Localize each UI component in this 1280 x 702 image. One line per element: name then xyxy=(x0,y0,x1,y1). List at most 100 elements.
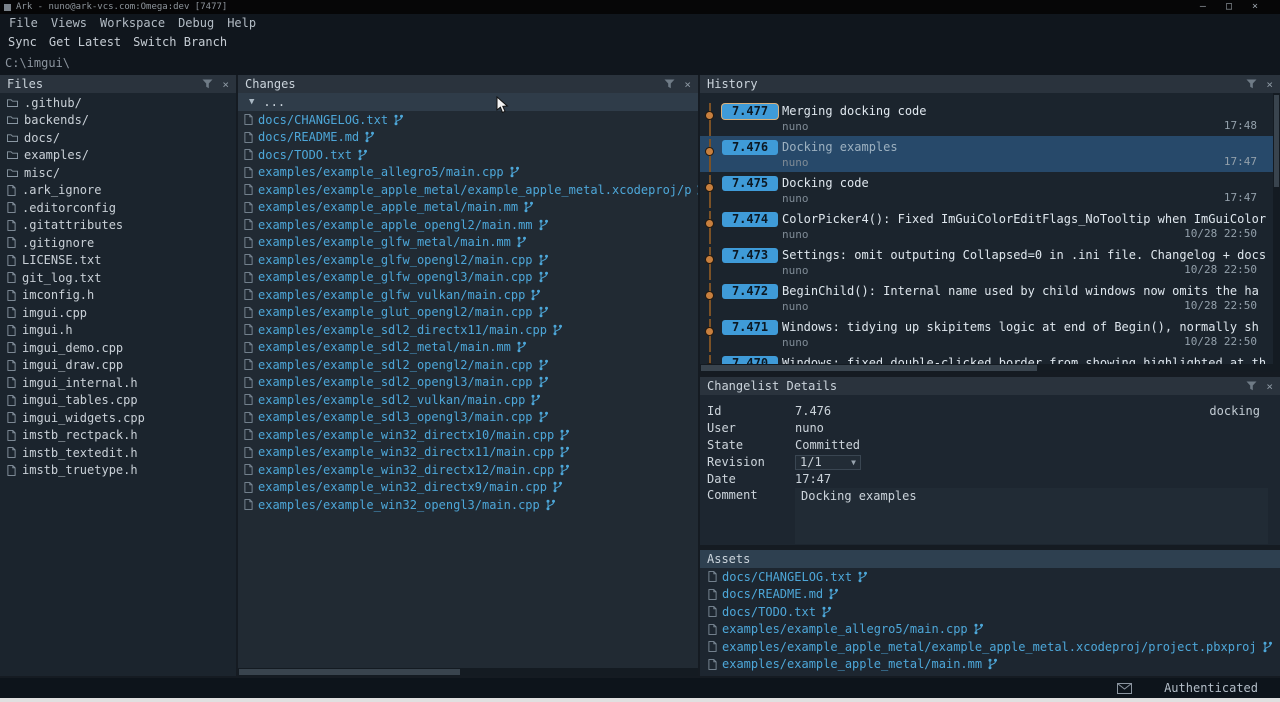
history-commit-row[interactable]: 7.477 Merging docking code nuno 17:48 xyxy=(700,100,1273,136)
asset-file-row[interactable]: examples/example_allegro5/main.cpp xyxy=(700,621,1280,639)
menu-item[interactable]: File xyxy=(9,16,38,30)
changed-file-path: docs/TODO.txt xyxy=(258,148,352,162)
changed-file-row[interactable]: examples/example_sdl3_opengl3/main.cpp xyxy=(238,409,698,427)
file-icon xyxy=(7,447,16,458)
changed-file-row[interactable]: docs/TODO.txt xyxy=(238,146,698,164)
folder-icon xyxy=(7,168,18,178)
titlebar: Ark - nuno@ark-vcs.com:Omega:dev [7477] … xyxy=(0,0,1280,14)
file-tree-item[interactable]: docs/ xyxy=(0,129,236,147)
folder-icon xyxy=(7,133,18,143)
horizontal-scrollbar[interactable] xyxy=(238,668,698,676)
changed-file-row[interactable]: examples/example_glut_opengl2/main.cpp xyxy=(238,304,698,322)
scrollbar-thumb[interactable] xyxy=(1274,95,1279,187)
close-panel-icon[interactable]: × xyxy=(1266,381,1273,392)
scrollbar-thumb[interactable] xyxy=(701,365,1037,371)
changed-file-row[interactable]: examples/example_sdl2_opengl2/main.cpp xyxy=(238,356,698,374)
asset-file-row[interactable]: docs/CHANGELOG.txt xyxy=(700,568,1280,586)
file-tree-item[interactable]: git_log.txt xyxy=(0,269,236,287)
file-tree-item[interactable]: imgui_widgets.cpp xyxy=(0,409,236,427)
menu-item[interactable]: Views xyxy=(51,16,87,30)
file-tree-item[interactable]: imgui_draw.cpp xyxy=(0,357,236,375)
close-panel-icon[interactable]: × xyxy=(222,79,229,90)
changed-file-row[interactable]: examples/example_sdl2_metal/main.mm xyxy=(238,339,698,357)
close-panel-icon[interactable]: × xyxy=(684,79,691,90)
toolbar-button[interactable]: Switch Branch xyxy=(133,35,227,49)
changed-file-row[interactable]: examples/example_sdl2_opengl3/main.cpp xyxy=(238,374,698,392)
changed-file-row[interactable]: examples/example_win32_directx10/main.cp… xyxy=(238,426,698,444)
close-panel-icon[interactable]: × xyxy=(1266,79,1273,90)
commit-title: Merging docking code xyxy=(782,103,1273,119)
history-commit-row[interactable]: 7.471 Windows: tidying up skipitems logi… xyxy=(700,316,1273,352)
history-commit-row[interactable]: 7.475 Docking code nuno 17:47 xyxy=(700,172,1273,208)
close-button[interactable]: × xyxy=(1252,0,1258,14)
changed-file-row[interactable]: examples/example_win32_opengl3/main.cpp xyxy=(238,496,698,514)
changed-file-row[interactable]: examples/example_sdl2_vulkan/main.cpp xyxy=(238,391,698,409)
changed-file-row[interactable]: examples/example_win32_directx9/main.cpp xyxy=(238,479,698,497)
history-commit-row[interactable]: 7.476 Docking examples nuno 17:47 xyxy=(700,136,1273,172)
history-commit-row[interactable]: 7.474 ColorPicker4(): Fixed ImGuiColorEd… xyxy=(700,208,1273,244)
horizontal-scrollbar[interactable] xyxy=(700,364,1280,372)
filter-icon[interactable] xyxy=(664,79,675,89)
file-tree-item[interactable]: .gitignore xyxy=(0,234,236,252)
changed-file-row[interactable]: docs/CHANGELOG.txt xyxy=(238,111,698,129)
vertical-scrollbar[interactable] xyxy=(1273,93,1280,364)
toolbar-button[interactable]: Get Latest xyxy=(49,35,121,49)
graph-dot-icon xyxy=(705,327,714,336)
expander-triangle-icon[interactable]: ▼ xyxy=(249,97,254,107)
file-tree-item[interactable]: examples/ xyxy=(0,147,236,165)
asset-file-row[interactable]: examples/example_apple_metal/main.mm xyxy=(700,656,1280,674)
changed-file-row[interactable]: examples/example_sdl2_directx11/main.cpp xyxy=(238,321,698,339)
changed-file-row[interactable]: examples/example_glfw_metal/main.mm xyxy=(238,234,698,252)
file-tree-item[interactable]: LICENSE.txt xyxy=(0,252,236,270)
file-tree-item[interactable]: imconfig.h xyxy=(0,287,236,305)
history-commit-row[interactable]: 7.470 Windows: fixed double-clicked bord… xyxy=(700,352,1273,364)
file-tree-item[interactable]: imstb_textedit.h xyxy=(0,444,236,462)
history-commit-row[interactable]: 7.473 Settings: omit outputing Collapsed… xyxy=(700,244,1273,280)
file-tree-item[interactable]: imstb_truetype.h xyxy=(0,462,236,480)
menu-item[interactable]: Workspace xyxy=(100,16,165,30)
minimize-button[interactable]: – xyxy=(1200,0,1206,14)
file-tree-item[interactable]: imgui.h xyxy=(0,322,236,340)
file-tree-item[interactable]: misc/ xyxy=(0,164,236,182)
commit-title: Docking code xyxy=(782,175,1273,191)
changed-file-row[interactable]: docs/README.md xyxy=(238,129,698,147)
changed-file-row[interactable]: examples/example_win32_directx12/main.cp… xyxy=(238,461,698,479)
file-tree-item[interactable]: imgui_demo.cpp xyxy=(0,339,236,357)
commit-title: Windows: fixed double-clicked border fro… xyxy=(782,355,1273,364)
file-tree-item[interactable]: imgui.cpp xyxy=(0,304,236,322)
changes-root-row[interactable]: ▼ ... xyxy=(238,93,698,111)
changed-file-row[interactable]: examples/example_allegro5/main.cpp xyxy=(238,164,698,182)
menu-item[interactable]: Debug xyxy=(178,16,214,30)
asset-file-row[interactable]: docs/TODO.txt xyxy=(700,603,1280,621)
changed-file-row[interactable]: examples/example_apple_metal/example_app… xyxy=(238,181,698,199)
revision-dropdown[interactable]: 1/1 ▼ xyxy=(795,455,861,470)
filter-icon[interactable] xyxy=(1246,79,1257,89)
asset-file-row[interactable]: docs/README.md xyxy=(700,586,1280,604)
changed-file-row[interactable]: examples/example_glfw_opengl3/main.cpp xyxy=(238,269,698,287)
changed-file-row[interactable]: examples/example_apple_metal/main.mm xyxy=(238,199,698,217)
history-commit-row[interactable]: 7.472 BeginChild(): Internal name used b… xyxy=(700,280,1273,316)
file-tree-item[interactable]: .gitattributes xyxy=(0,217,236,235)
changed-file-row[interactable]: examples/example_win32_directx11/main.cp… xyxy=(238,444,698,462)
file-tree-item[interactable]: .editorconfig xyxy=(0,199,236,217)
commit-graph-node xyxy=(700,103,722,136)
branch-status-icon xyxy=(987,658,998,670)
changed-file-row[interactable]: examples/example_apple_opengl2/main.mm xyxy=(238,216,698,234)
file-tree-item[interactable]: imgui_internal.h xyxy=(0,374,236,392)
changed-file-row[interactable]: examples/example_glfw_opengl2/main.cpp xyxy=(238,251,698,269)
filter-icon[interactable] xyxy=(202,79,213,89)
toolbar-button[interactable]: Sync xyxy=(8,35,37,49)
filter-icon[interactable] xyxy=(1246,381,1257,391)
field-label: Revision xyxy=(707,455,795,469)
commit-title: Settings: omit outputing Collapsed=0 in … xyxy=(782,247,1273,263)
scrollbar-thumb[interactable] xyxy=(239,669,460,675)
file-tree-item[interactable]: imstb_rectpack.h xyxy=(0,427,236,445)
file-tree-item[interactable]: backends/ xyxy=(0,112,236,130)
maximize-button[interactable]: □ xyxy=(1226,0,1232,14)
changed-file-row[interactable]: examples/example_glfw_vulkan/main.cpp xyxy=(238,286,698,304)
file-tree-item[interactable]: .github/ xyxy=(0,94,236,112)
asset-file-row[interactable]: examples/example_apple_metal/example_app… xyxy=(700,638,1280,656)
menu-item[interactable]: Help xyxy=(227,16,256,30)
file-tree-item[interactable]: imgui_tables.cpp xyxy=(0,392,236,410)
file-tree-item[interactable]: .ark_ignore xyxy=(0,182,236,200)
